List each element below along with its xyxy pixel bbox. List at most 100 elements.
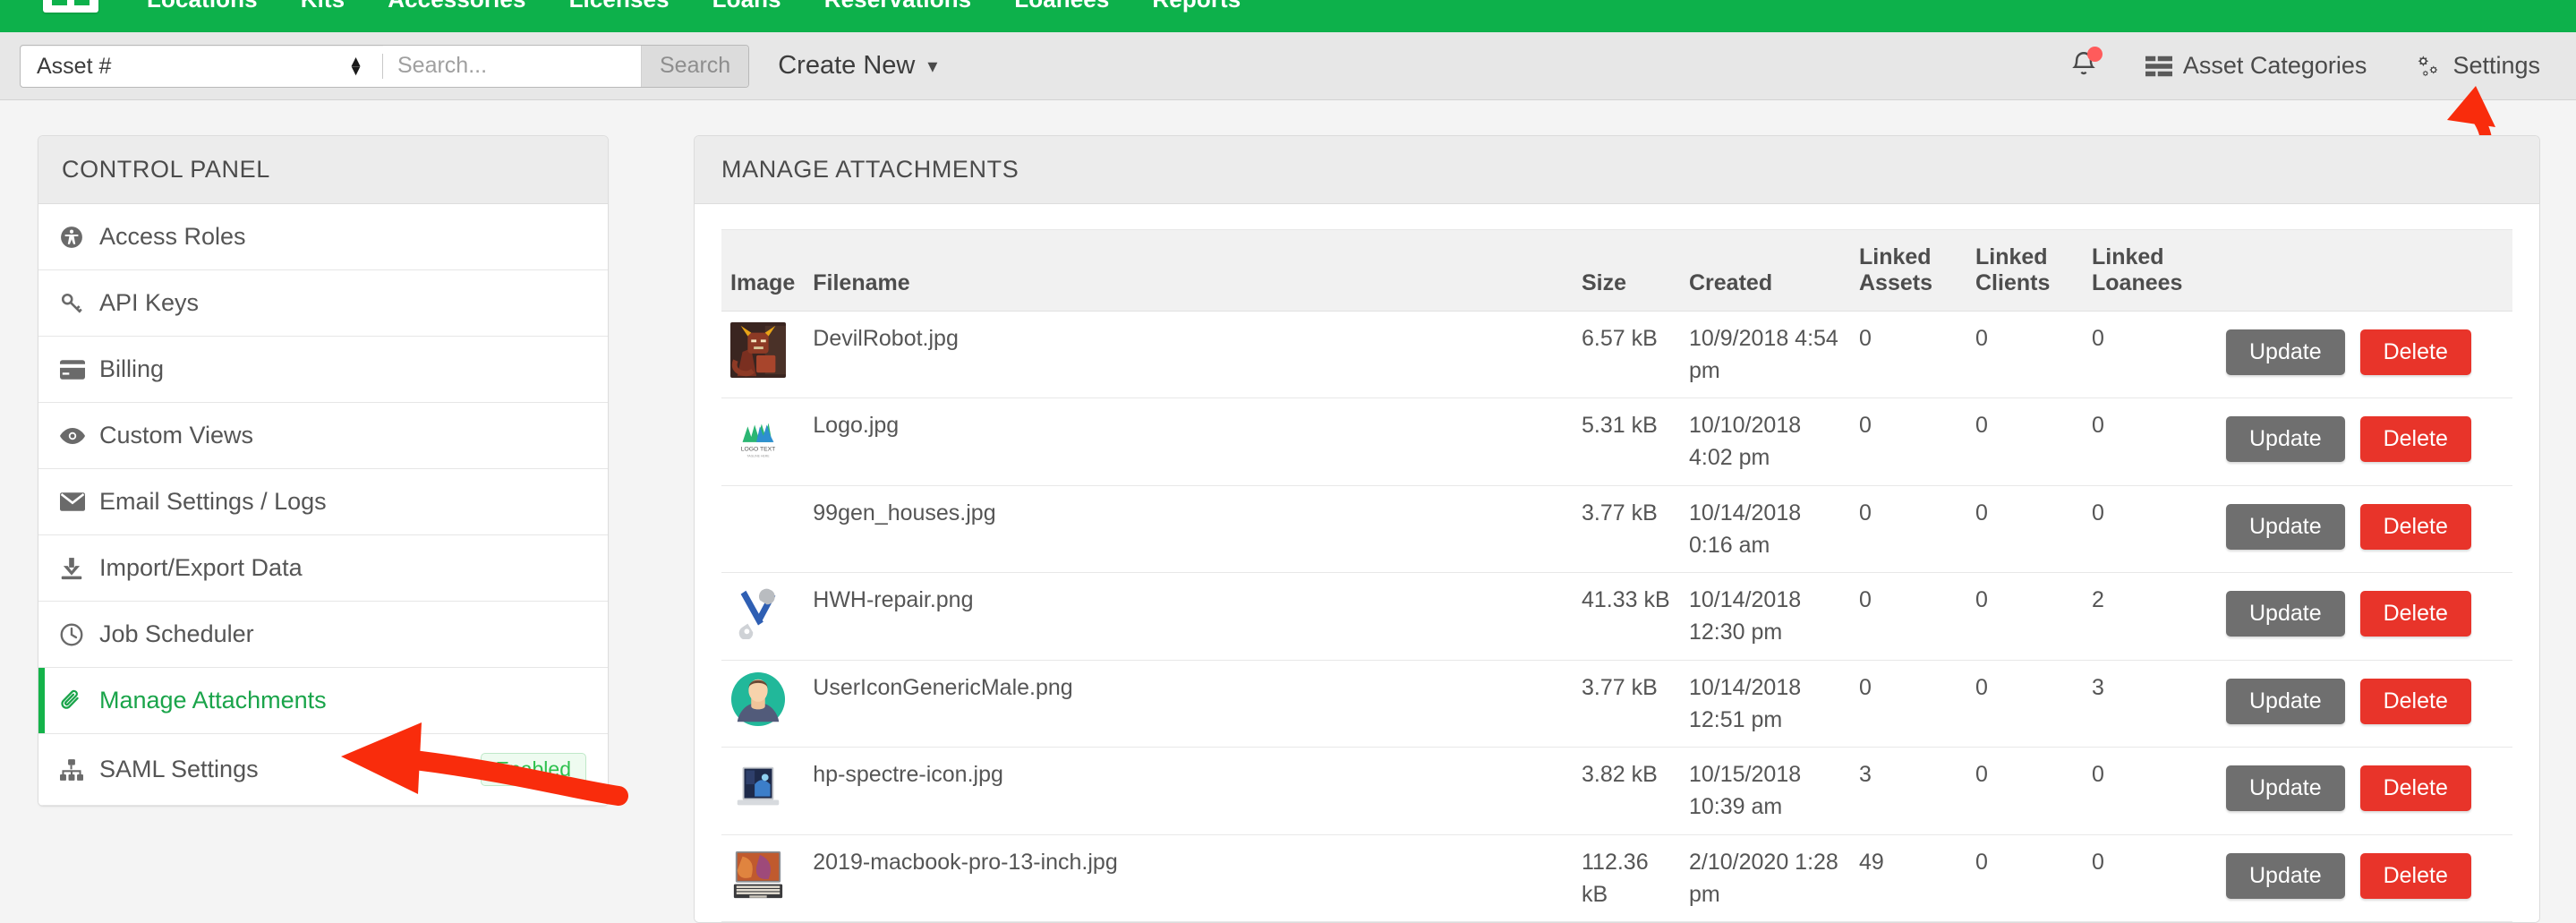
cell-actions: Update Delete: [2217, 397, 2512, 486]
cell-linked-clients: 0: [1966, 572, 2083, 661]
sidebar-item-billing[interactable]: Billing: [38, 337, 608, 403]
logo-block-left: [52, 0, 67, 5]
update-button[interactable]: Update: [2226, 591, 2345, 637]
nav-item-reports[interactable]: Reports: [1130, 0, 1262, 13]
nav-links: Locations Kits Accessories Licenses Loan…: [125, 0, 1262, 13]
sidebar-item-custom-views[interactable]: Custom Views: [38, 403, 608, 469]
nav-item-locations[interactable]: Locations: [125, 0, 279, 13]
cell-size: 41.33 kB: [1573, 572, 1680, 661]
nav-item-accessories[interactable]: Accessories: [366, 0, 547, 13]
asset-categories-button[interactable]: Asset Categories: [2145, 52, 2367, 80]
cell-image: LOGO TEXT TAGLINE HERE: [721, 397, 805, 486]
column-header-linked-assets: Linked Assets: [1850, 229, 1966, 312]
sidebar-item-saml-settings[interactable]: SAML Settings Enabled: [38, 734, 608, 806]
sidebar-item-access-roles[interactable]: Access Roles: [38, 204, 608, 270]
nav-item-kits[interactable]: Kits: [279, 0, 367, 13]
create-new-label: Create New: [778, 51, 916, 80]
repair-tools-thumbnail: [730, 584, 786, 639]
cell-filename[interactable]: HWH-repair.png: [804, 572, 1573, 661]
user-avatar-thumbnail: [730, 671, 786, 726]
cell-filename[interactable]: 2019-macbook-pro-13-inch.jpg: [804, 834, 1573, 922]
notifications-bell-button[interactable]: [2068, 46, 2103, 84]
panel-title: MANAGE ATTACHMENTS: [695, 136, 2539, 204]
delete-button[interactable]: Delete: [2359, 329, 2471, 375]
logo-block-right: [74, 0, 90, 5]
delete-button[interactable]: Delete: [2359, 591, 2471, 637]
sidebar-item-api-keys[interactable]: API Keys: [38, 270, 608, 337]
update-button[interactable]: Update: [2226, 852, 2345, 899]
cell-created: 10/9/2018 4:54 pm: [1680, 311, 1850, 398]
sidebar-item-label: Import/Export Data: [99, 554, 303, 581]
cell-image: [721, 572, 805, 661]
cell-linked-clients: 0: [1966, 311, 2083, 398]
search-type-select[interactable]: Asset #: [21, 53, 383, 79]
table-row: UserIconGenericMale.png 3.77 kB 10/14/20…: [721, 660, 2512, 748]
column-header-linked-loanees: Linked Loanees: [2083, 229, 2217, 312]
delete-button[interactable]: Delete: [2359, 852, 2471, 899]
settings-label: Settings: [2452, 52, 2540, 79]
page-body: CONTROL PANEL Access Roles API Keys Bill…: [0, 101, 2576, 923]
table-row: hp-spectre-icon.jpg 3.82 kB 10/15/2018 1…: [721, 747, 2512, 835]
brand-logo[interactable]: [43, 0, 98, 13]
cell-filename[interactable]: UserIconGenericMale.png: [804, 660, 1573, 748]
settings-button[interactable]: Settings: [2413, 52, 2540, 80]
secondary-toolbar: Asset # ▲▼ Search Create New ▾: [0, 32, 2576, 100]
update-button[interactable]: Update: [2226, 678, 2345, 724]
cell-linked-assets: 0: [1850, 660, 1966, 748]
nav-item-loanees[interactable]: Loanees: [993, 0, 1130, 13]
primary-navigation-bar: Locations Kits Accessories Licenses Loan…: [0, 0, 2576, 32]
search-input[interactable]: [383, 45, 641, 87]
sidebar-item-label: SAML Settings: [99, 756, 259, 782]
sidebar-item-label: Custom Views: [99, 422, 254, 449]
table-row: DevilRobot.jpg 6.57 kB 10/9/2018 4:54 pm…: [721, 311, 2512, 398]
sidebar-item-label: Job Scheduler: [99, 620, 254, 647]
notification-alert-dot: [2086, 46, 2103, 62]
cell-filename[interactable]: Logo.jpg: [804, 397, 1573, 486]
delete-button[interactable]: Delete: [2359, 765, 2471, 811]
cell-linked-clients: 0: [1966, 485, 2083, 573]
cell-created: 10/14/2018 12:30 pm: [1680, 572, 1850, 661]
cell-actions: Update Delete: [2217, 572, 2512, 661]
cell-linked-loanees: 0: [2083, 747, 2217, 835]
update-button[interactable]: Update: [2226, 416, 2345, 462]
sidebar-item-job-scheduler[interactable]: Job Scheduler: [38, 602, 608, 668]
update-button[interactable]: Update: [2226, 503, 2345, 550]
cell-created: 10/10/2018 4:02 pm: [1680, 397, 1850, 486]
nav-item-reservations[interactable]: Reservations: [803, 0, 994, 13]
cell-linked-clients: 0: [1966, 834, 2083, 922]
cell-filename[interactable]: DevilRobot.jpg: [804, 311, 1573, 398]
cell-size: 3.77 kB: [1573, 485, 1680, 573]
update-button[interactable]: Update: [2226, 765, 2345, 811]
cell-created: 10/14/2018 12:51 pm: [1680, 660, 1850, 748]
delete-button[interactable]: Delete: [2359, 416, 2471, 462]
delete-button[interactable]: Delete: [2359, 678, 2471, 724]
credit-card-icon: [60, 359, 90, 380]
search-button[interactable]: Search: [641, 45, 749, 87]
sidebar-item-import-export-data[interactable]: Import/Export Data: [38, 535, 608, 602]
search-group: Asset # ▲ ▼ Search: [20, 44, 750, 88]
table-body: DevilRobot.jpg 6.57 kB 10/9/2018 4:54 pm…: [721, 311, 2512, 922]
column-header-actions: [2217, 229, 2512, 312]
chevron-down-icon: ▾: [927, 54, 938, 77]
hp-spectre-thumbnail: [730, 758, 786, 814]
macbook-pro-thumbnail: [730, 845, 786, 902]
devil-robot-thumbnail: [730, 321, 786, 378]
sidebar-item-manage-attachments[interactable]: Manage Attachments: [38, 668, 608, 734]
cell-linked-clients: 0: [1966, 660, 2083, 748]
cell-image: [721, 311, 805, 398]
nav-item-loans[interactable]: Loans: [691, 0, 803, 13]
cell-linked-loanees: 0: [2083, 834, 2217, 922]
sidebar-item-email-settings[interactable]: Email Settings / Logs: [38, 469, 608, 535]
delete-button[interactable]: Delete: [2359, 503, 2471, 550]
cell-filename[interactable]: hp-spectre-icon.jpg: [804, 747, 1573, 835]
sidebar-item-label: Billing: [99, 355, 165, 382]
cell-image: [721, 834, 805, 922]
sidebar-item-label: Manage Attachments: [99, 687, 327, 714]
update-button[interactable]: Update: [2226, 329, 2345, 375]
key-icon: [60, 292, 90, 315]
cell-filename[interactable]: 99gen_houses.jpg: [804, 485, 1573, 573]
nav-item-licenses[interactable]: Licenses: [548, 0, 691, 13]
create-new-dropdown[interactable]: Create New ▾: [778, 51, 937, 81]
cell-size: 3.82 kB: [1573, 747, 1680, 835]
svg-text:LOGO TEXT: LOGO TEXT: [741, 447, 776, 453]
